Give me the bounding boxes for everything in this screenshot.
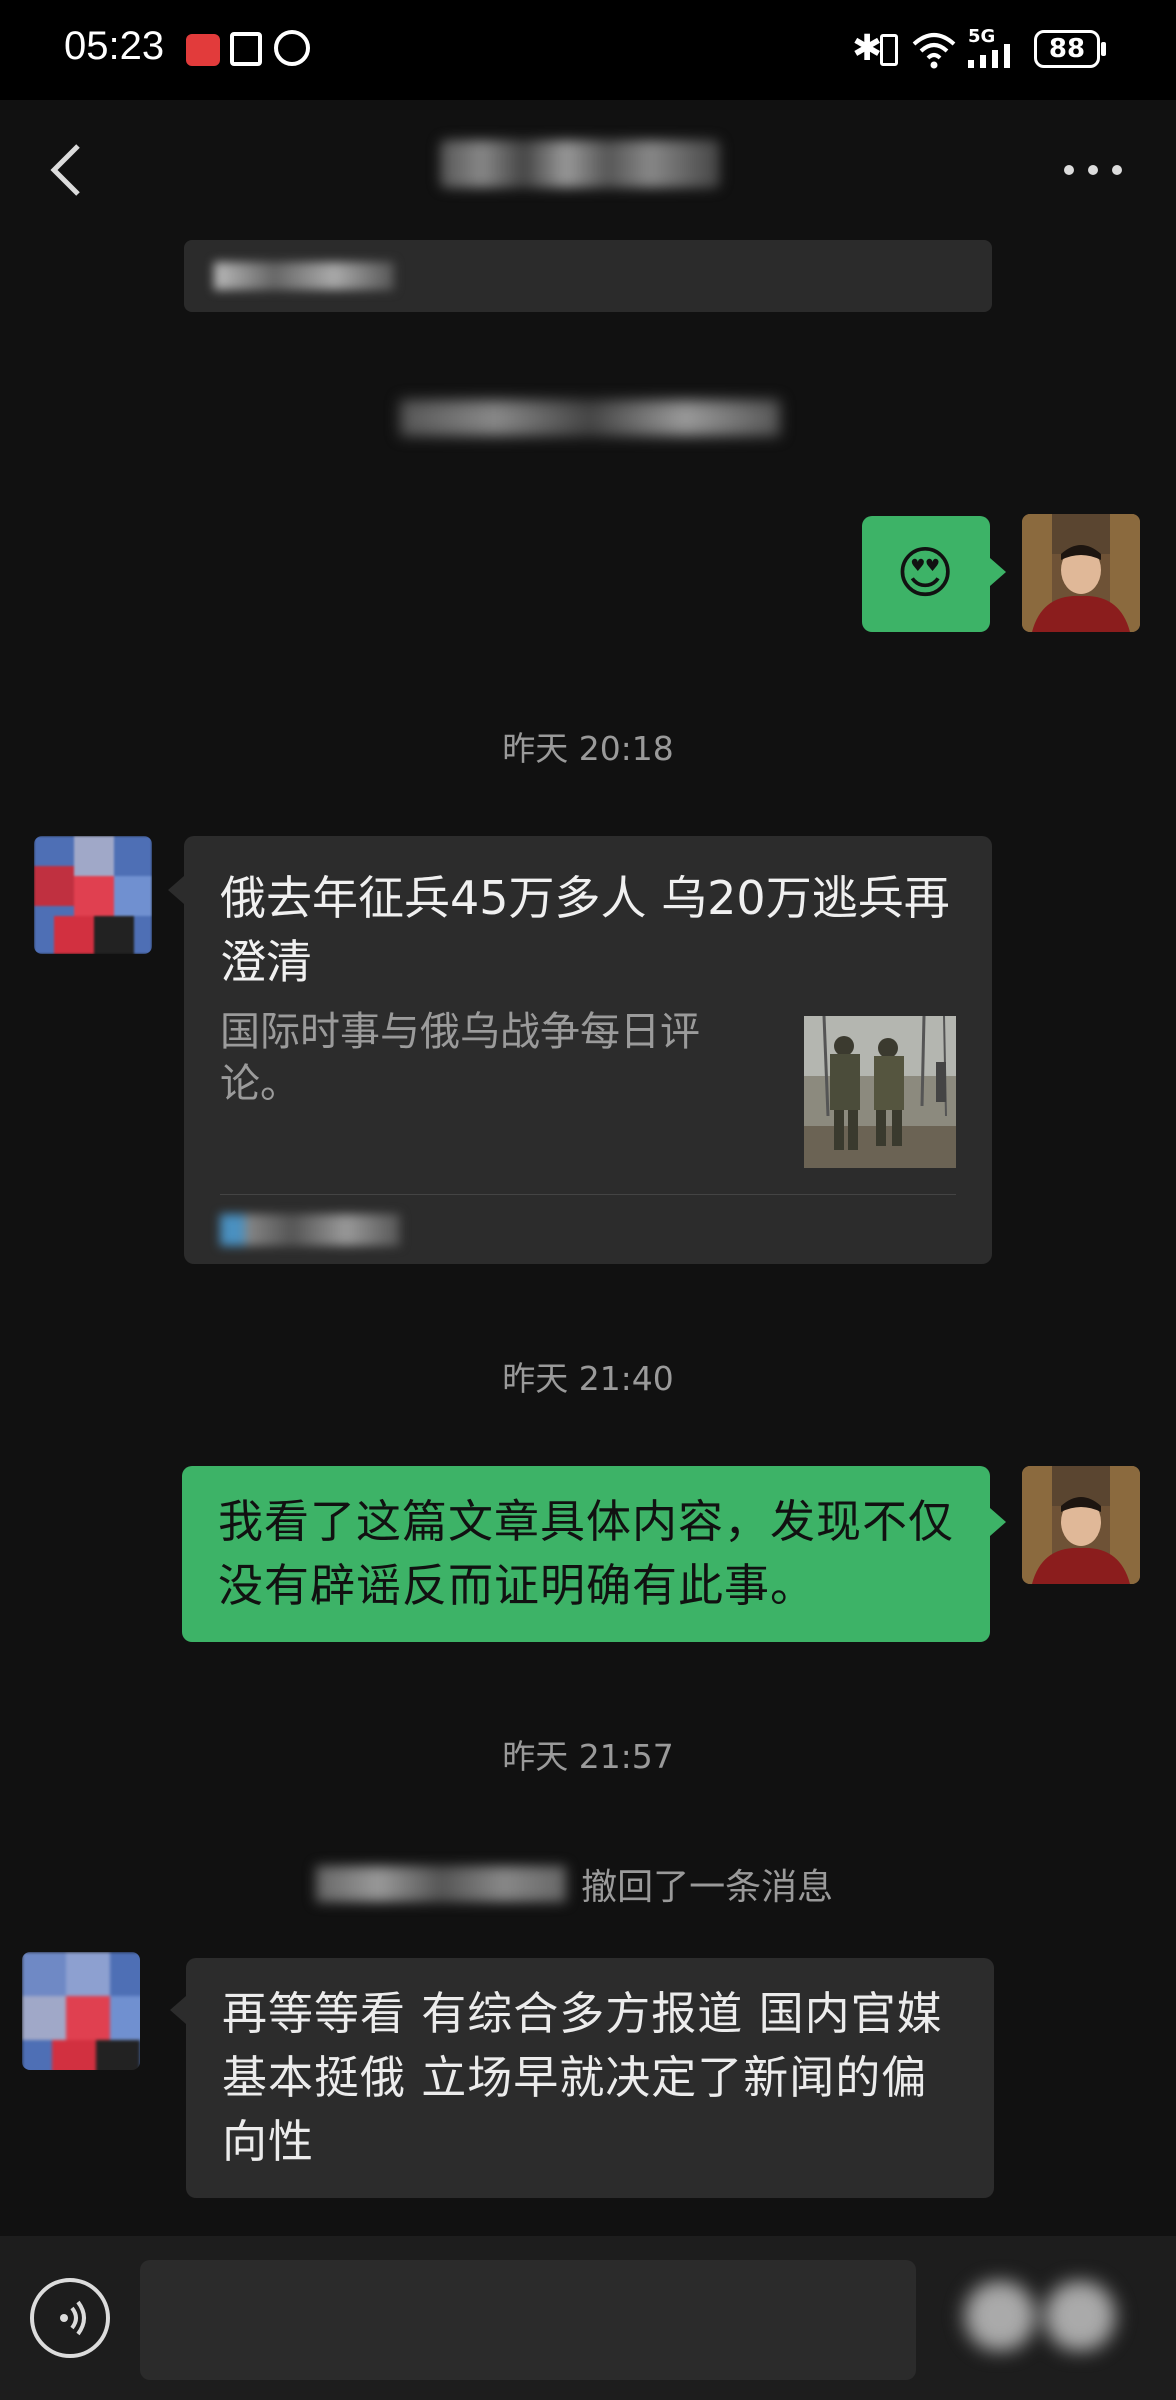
emoji-and-more-buttons-obscured[interactable] <box>940 2276 1140 2356</box>
recall-text: 撤回了一条消息 <box>581 1867 834 1908</box>
my-avatar[interactable] <box>1022 1466 1140 1584</box>
wifi-icon <box>912 33 956 69</box>
recaller-name-obscured <box>316 1866 566 1902</box>
bubble-tail <box>990 558 1006 586</box>
vibrate-icon <box>880 34 898 66</box>
battery-level: 88 <box>1048 34 1086 64</box>
nfc-icon <box>230 32 262 66</box>
quoted-message-bar[interactable] <box>184 240 992 312</box>
status-bar: 05:23 ✱ 5G 88 <box>0 0 1176 100</box>
link-card-description: 国际时事与俄乌战争每日评论。 <box>220 1009 700 1107</box>
message-text: 再等等看 有综合多方报道 国内官媒基本挺俄 立场早就决定了新闻的偏向性 <box>222 1987 943 2168</box>
my-avatar[interactable] <box>1022 514 1140 632</box>
text-message[interactable]: 我看了这篇文章具体内容，发现不仅没有辟谣反而证明确有此事。 <box>182 1466 990 1642</box>
timestamp: 昨天 20:18 <box>502 729 674 768</box>
battery-tip <box>1101 42 1106 56</box>
battery-icon: 88 <box>1034 30 1100 68</box>
date-separator-obscured <box>400 400 780 436</box>
link-card-title: 俄去年征兵45万多人 乌20万逃兵再澄清 <box>220 871 950 989</box>
notification-app-icon <box>186 34 220 66</box>
contact-avatar[interactable] <box>22 1952 140 2070</box>
link-card-message[interactable]: 俄去年征兵45万多人 乌20万逃兵再澄清 国际时事与俄乌战争每日评论。 <box>184 836 992 1264</box>
status-time: 05:23 <box>64 24 165 68</box>
link-card-source-obscured <box>220 1214 400 1246</box>
chat-title-obscured <box>440 140 720 188</box>
link-card-divider <box>220 1194 956 1195</box>
emoji: 😍 <box>896 541 955 606</box>
link-card-thumbnail <box>804 1016 956 1168</box>
quoted-message-obscured <box>214 262 394 290</box>
bubble-tail <box>170 1996 186 2024</box>
emoji-message[interactable]: 😍 <box>862 516 990 632</box>
recall-notice: 撤回了一条消息 <box>316 1858 833 1908</box>
timestamp: 昨天 21:57 <box>502 1737 674 1776</box>
contact-avatar[interactable] <box>34 836 152 954</box>
voice-input-button[interactable] <box>30 2278 110 2358</box>
voice-icon <box>60 2300 86 2336</box>
text-message[interactable]: 再等等看 有综合多方报道 国内官媒基本挺俄 立场早就决定了新闻的偏向性 <box>186 1958 994 2198</box>
message-input[interactable] <box>140 2260 916 2380</box>
signal-icon <box>968 44 1010 68</box>
alarm-icon <box>274 30 310 66</box>
message-text: 我看了这篇文章具体内容，发现不仅没有辟谣反而证明确有此事。 <box>218 1495 955 1612</box>
bluetooth-icon: ✱ <box>852 28 883 69</box>
bubble-tail <box>990 1508 1006 1536</box>
timestamp: 昨天 21:40 <box>502 1359 674 1398</box>
back-button[interactable] <box>46 140 86 200</box>
bubble-tail <box>168 876 184 904</box>
more-options-button[interactable] <box>1060 150 1130 190</box>
